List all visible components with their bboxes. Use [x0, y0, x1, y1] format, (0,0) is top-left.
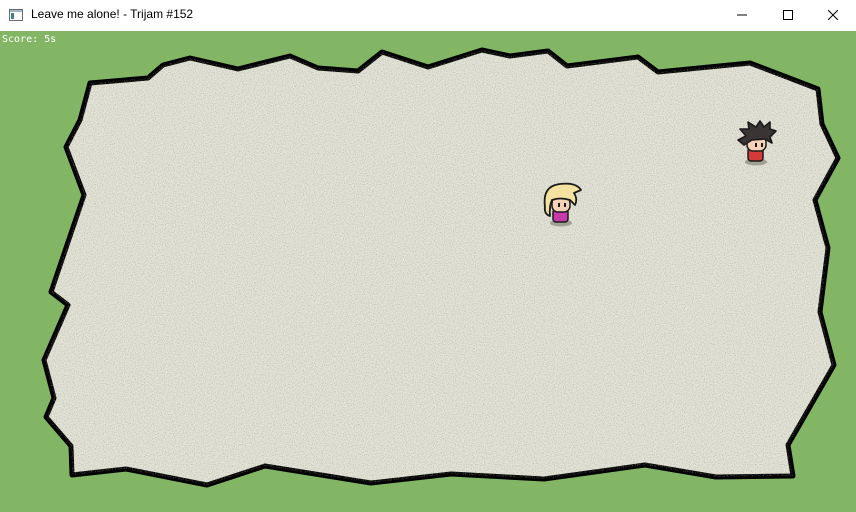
score-label: Score: 5s	[2, 34, 57, 45]
title-bar[interactable]: Leave me alone! - Trijam #152	[0, 0, 856, 32]
close-icon	[827, 7, 839, 25]
window-title: Leave me alone! - Trijam #152	[31, 7, 194, 21]
close-button[interactable]	[810, 0, 856, 31]
game-scene	[0, 31, 856, 512]
arena-floor-texture	[44, 50, 838, 485]
minimize-icon	[737, 7, 747, 25]
app-window-icon	[8, 7, 24, 23]
maximize-icon	[783, 7, 793, 25]
maximize-button[interactable]	[765, 0, 811, 31]
game-viewport[interactable]	[0, 31, 856, 512]
game-window: Leave me alone! - Trijam #152 Score: 5s	[0, 0, 856, 512]
minimize-button[interactable]	[719, 0, 765, 31]
